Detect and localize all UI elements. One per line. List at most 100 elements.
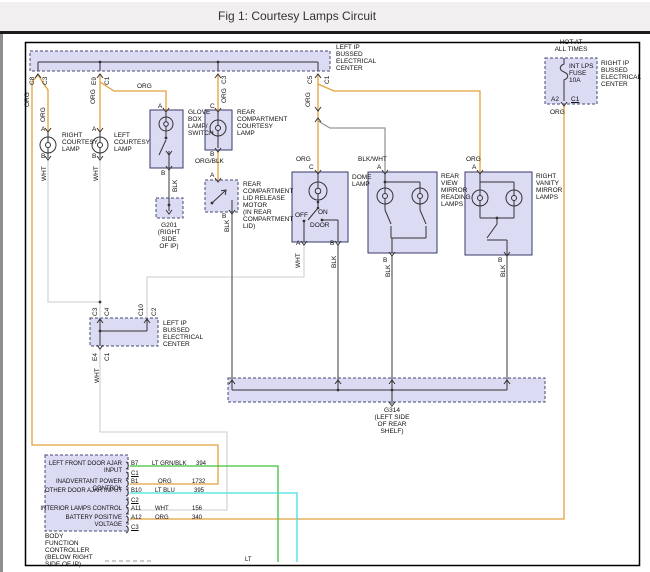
pin-a: A	[296, 240, 300, 247]
dome-switch-off: OFF	[295, 212, 308, 219]
pin-a: A	[41, 126, 45, 133]
wire-label-blk: BLK	[385, 265, 392, 277]
wire-label-wht: WHT	[295, 253, 302, 268]
wire-label-wht: WHT	[94, 368, 101, 383]
glove-box-lamp-label: GLOVE BOX LAMP/ SWITCH	[188, 109, 214, 137]
pin-b: B	[210, 151, 214, 158]
controller-circuit: 156	[192, 506, 202, 513]
g201-label: G201 (RIGHT SIDE OF IP)	[150, 222, 188, 250]
vanity-lamps-box	[465, 172, 532, 255]
controller-pin: B10	[131, 488, 142, 495]
controller-row-name: LEFT FRONT DOOR AJAR INPUT	[38, 461, 122, 474]
pin-b: B	[330, 240, 334, 247]
int-lps-fuse-label: INT LPS FUSE 10A	[569, 63, 593, 84]
bus-left-top-right-b: C2	[151, 308, 158, 316]
dome-switch-door: DOOR	[310, 222, 330, 229]
lid-release-motor-label: REAR COMPARTMENT LID RELEASE MOTOR (IN R…	[243, 181, 293, 230]
wire-label-blk: BLK	[172, 180, 179, 192]
left-ip-bussed-center-top-box	[30, 51, 330, 71]
controller-circuit: 395	[194, 488, 204, 495]
controller-circuit: 340	[192, 515, 202, 522]
bus-left-label: LEFT IP BUSSED ELECTRICAL CENTER	[163, 320, 203, 348]
wire-label-blk: BLK	[331, 256, 338, 268]
pin-b: B	[41, 153, 45, 160]
controller-pin: B1	[131, 479, 138, 486]
controller-pin: A11	[131, 506, 141, 513]
fuse-pin-a2: A2	[551, 96, 559, 103]
wire-label-org: ORG	[466, 156, 481, 163]
wire-label-org: ORG	[40, 107, 47, 122]
pin-b: B	[498, 257, 502, 264]
controller-wire: LT GRN/BLK	[152, 461, 186, 468]
pin-a: A	[377, 164, 381, 171]
rear-compartment-lamp-label: REAR COMPARTMENT COURTESY LAMP	[237, 109, 287, 137]
controller-connector: C3	[131, 525, 139, 532]
wire-label-org: ORG	[550, 109, 565, 116]
pin-b: B	[92, 153, 96, 160]
bus-left-bottom-b: C1	[104, 353, 111, 361]
bus-top-exit1-left-connector: C8	[29, 77, 36, 85]
bus-top-exit3-connector: C3	[221, 76, 228, 84]
pin-c: C	[309, 164, 314, 171]
wire-label-blk-wht: BLK/WHT	[358, 156, 387, 163]
controller-wire: ORG	[158, 479, 172, 486]
controller-wire: ORG	[155, 515, 169, 522]
left-courtesy-lamp-label: LEFT COURTESY LAMP	[114, 132, 150, 153]
hot-at-all-times-label: HOT AT ALL TIMES	[546, 39, 596, 53]
bus-top-exit2-left-connector: E9	[91, 77, 98, 85]
wire-label-org: ORG	[305, 92, 312, 107]
bus-top-exit4-left-connector: C5	[307, 76, 314, 84]
controller-circuit: 394	[196, 461, 206, 468]
controller-connector: C2	[131, 498, 139, 505]
wire-label-blk: BLK	[224, 220, 231, 232]
bus-top-exit2-right-connector: C1	[104, 77, 111, 85]
pin-a: A	[210, 172, 214, 179]
dome-lamp-label: DOME LAMP	[352, 174, 372, 188]
bus-top-exit4-right-connector: C1	[324, 76, 331, 84]
wire-label-org: ORG	[90, 89, 97, 104]
controller-wire: LT BLU	[155, 488, 175, 495]
pin-a: A	[92, 126, 96, 133]
lid-release-motor-box	[205, 180, 238, 212]
wire-label-wht: WHT	[41, 166, 48, 181]
right-courtesy-lamp-label: RIGHT COURTESY LAMP	[62, 132, 98, 153]
controller-row-name: INTERIOR LAMPS CONTROL	[38, 506, 122, 513]
white-wire-junction	[99, 301, 102, 304]
pin-b: B	[383, 257, 387, 264]
bus-left-top-left-a: C3	[92, 308, 99, 316]
left-edge-strip	[0, 34, 3, 572]
orange-wires	[32, 75, 564, 519]
bus-left-bottom-a: E4	[92, 353, 99, 361]
bus-left-top-right-a: C10	[138, 304, 145, 316]
controller-wire: WHT	[155, 506, 169, 513]
controller-circuit: 1732	[192, 479, 205, 486]
wire-label-org-blk: ORG/BLK	[195, 158, 224, 165]
wire-label-org: ORG	[137, 83, 152, 90]
pin-b: B	[161, 170, 165, 177]
wire-label-org: ORG	[221, 88, 228, 103]
component-boxes	[30, 51, 597, 531]
fuse-connector-c1: C1	[571, 96, 579, 103]
pin-a: A	[158, 103, 162, 110]
vanity-lamps-label: RIGHT VANITY MIRROR LAMPS	[536, 173, 562, 201]
bus-top-exit1-right-connector: C3	[42, 77, 49, 85]
controller-row-name: OTHER DOOR AJAR INPUT	[38, 488, 122, 495]
mirror-reading-lamps-box	[368, 172, 437, 253]
truncated-wire-label: LT	[245, 557, 252, 564]
bus-left-top-left-b: C4	[104, 308, 111, 316]
right-ip-bussed-center-label: RIGHT IP BUSSED ELECTRICAL CENTER	[601, 60, 641, 88]
pin-c: C	[210, 103, 215, 110]
g314-label: G314 (LEFT SIDE OF REAR SHELF)	[369, 407, 415, 435]
dome-switch-on: ON	[318, 209, 328, 216]
pin-a: A	[472, 164, 476, 171]
controller-connector: C1	[131, 471, 139, 478]
wire-label-blk: BLK	[500, 265, 507, 277]
controller-pin: B7	[131, 461, 138, 468]
wire-label-org: ORG	[296, 156, 311, 163]
body-function-controller-label: BODY FUNCTION CONTROLLER (BELOW RIGHT SI…	[45, 533, 93, 568]
mirror-reading-lamps-label: REAR VIEW MIRROR READING LAMPS	[441, 173, 471, 208]
wire-label-wht: WHT	[93, 166, 100, 181]
bus-top-label: LEFT IP BUSSED ELECTRICAL CENTER	[336, 44, 376, 72]
controller-row-name: BATTERY POSITIVE VOLTAGE	[38, 515, 122, 528]
controller-pin: A12	[131, 515, 142, 522]
